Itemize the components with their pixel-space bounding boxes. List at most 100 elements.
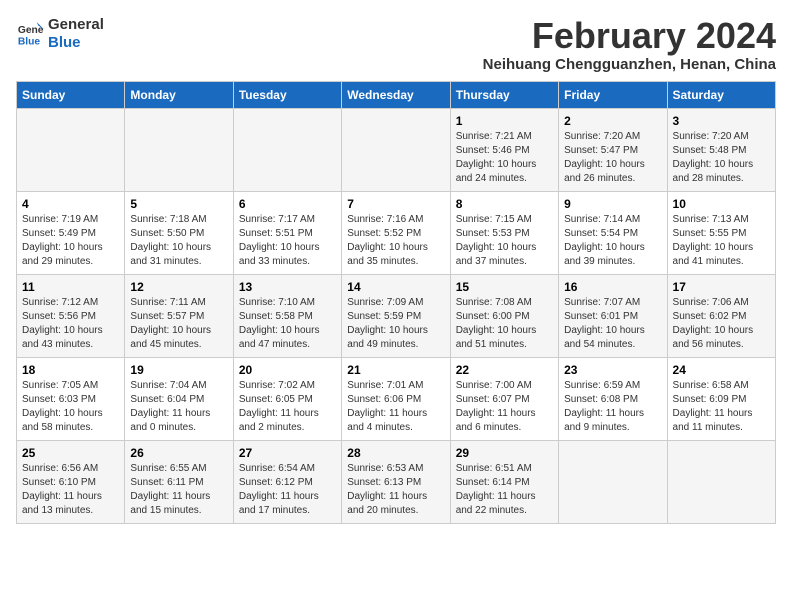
day-number: 5 (130, 197, 227, 211)
day-info: Sunrise: 7:12 AM Sunset: 5:56 PM Dayligh… (22, 296, 119, 352)
day-info: Sunrise: 6:55 AM Sunset: 6:11 PM Dayligh… (130, 462, 227, 518)
title-area: February 2024 Neihuang Chengguanzhen, He… (483, 16, 776, 73)
calendar-cell (667, 440, 775, 523)
day-info: Sunrise: 7:01 AM Sunset: 6:06 PM Dayligh… (347, 379, 444, 435)
calendar-cell: 7Sunrise: 7:16 AM Sunset: 5:52 PM Daylig… (342, 191, 450, 274)
day-number: 10 (673, 197, 770, 211)
day-number: 17 (673, 280, 770, 294)
day-info: Sunrise: 7:13 AM Sunset: 5:55 PM Dayligh… (673, 213, 770, 269)
day-info: Sunrise: 7:17 AM Sunset: 5:51 PM Dayligh… (239, 213, 336, 269)
day-number: 21 (347, 363, 444, 377)
col-header-sunday: Sunday (17, 81, 125, 108)
day-number: 6 (239, 197, 336, 211)
day-info: Sunrise: 7:16 AM Sunset: 5:52 PM Dayligh… (347, 213, 444, 269)
logo-blue: Blue (48, 34, 104, 52)
day-info: Sunrise: 6:59 AM Sunset: 6:08 PM Dayligh… (564, 379, 661, 435)
calendar-cell: 4Sunrise: 7:19 AM Sunset: 5:49 PM Daylig… (17, 191, 125, 274)
subtitle: Neihuang Chengguanzhen, Henan, China (483, 56, 776, 73)
logo-general: General (48, 16, 104, 34)
day-number: 3 (673, 114, 770, 128)
calendar-cell (559, 440, 667, 523)
week-row-3: 11 Sunrise: 7:12 AM Sunset: 5:56 PM Dayli… (17, 274, 776, 357)
day-number: 20 (239, 363, 336, 377)
day-number: 26 (130, 446, 227, 460)
day-number: 22 (456, 363, 553, 377)
day-number: 16 (564, 280, 661, 294)
day-info: Sunrise: 7:21 AM Sunset: 5:46 PM Dayligh… (456, 130, 553, 186)
calendar-cell: 22 Sunrise: 7:00 AM Sunset: 6:07 PM Dayli… (450, 357, 558, 440)
calendar-cell: 3 Sunrise: 7:20 AM Sunset: 5:48 PM Daylig… (667, 108, 775, 191)
calendar-cell: 6 Sunrise: 7:17 AM Sunset: 5:51 PM Daylig… (233, 191, 341, 274)
day-info: Sunrise: 6:58 AM Sunset: 6:09 PM Dayligh… (673, 379, 770, 435)
day-number: 25 (22, 446, 119, 460)
calendar-cell: 8 Sunrise: 7:15 AM Sunset: 5:53 PM Daylig… (450, 191, 558, 274)
col-header-monday: Monday (125, 81, 233, 108)
calendar-table: SundayMondayTuesdayWednesdayThursdayFrid… (16, 81, 776, 524)
day-info: Sunrise: 7:18 AM Sunset: 5:50 PM Dayligh… (130, 213, 227, 269)
day-info: Sunrise: 7:20 AM Sunset: 5:47 PM Dayligh… (564, 130, 661, 186)
day-info: Sunrise: 7:11 AM Sunset: 5:57 PM Dayligh… (130, 296, 227, 352)
calendar-cell: 2 Sunrise: 7:20 AM Sunset: 5:47 PM Daylig… (559, 108, 667, 191)
day-info: Sunrise: 7:08 AM Sunset: 6:00 PM Dayligh… (456, 296, 553, 352)
calendar-cell: 19Sunrise: 7:04 AM Sunset: 6:04 PM Dayli… (125, 357, 233, 440)
day-number: 23 (564, 363, 661, 377)
day-number: 14 (347, 280, 444, 294)
calendar-cell: 5 Sunrise: 7:18 AM Sunset: 5:50 PM Daylig… (125, 191, 233, 274)
week-row-5: 25 Sunrise: 6:56 AM Sunset: 6:10 PM Dayli… (17, 440, 776, 523)
day-info: Sunrise: 6:54 AM Sunset: 6:12 PM Dayligh… (239, 462, 336, 518)
day-info: Sunrise: 7:09 AM Sunset: 5:59 PM Dayligh… (347, 296, 444, 352)
calendar-cell: 27 Sunrise: 6:54 AM Sunset: 6:12 PM Dayli… (233, 440, 341, 523)
calendar-cell: 17 Sunrise: 7:06 AM Sunset: 6:02 PM Dayli… (667, 274, 775, 357)
calendar-cell: 10 Sunrise: 7:13 AM Sunset: 5:55 PM Dayli… (667, 191, 775, 274)
day-info: Sunrise: 7:20 AM Sunset: 5:48 PM Dayligh… (673, 130, 770, 186)
day-info: Sunrise: 7:06 AM Sunset: 6:02 PM Dayligh… (673, 296, 770, 352)
main-title: February 2024 (483, 16, 776, 56)
day-number: 2 (564, 114, 661, 128)
day-info: Sunrise: 7:07 AM Sunset: 6:01 PM Dayligh… (564, 296, 661, 352)
day-number: 27 (239, 446, 336, 460)
calendar-cell: 20Sunrise: 7:02 AM Sunset: 6:05 PM Dayli… (233, 357, 341, 440)
week-row-4: 18Sunrise: 7:05 AM Sunset: 6:03 PM Dayli… (17, 357, 776, 440)
col-header-wednesday: Wednesday (342, 81, 450, 108)
calendar-cell (125, 108, 233, 191)
day-number: 1 (456, 114, 553, 128)
calendar-cell: 28 Sunrise: 6:53 AM Sunset: 6:13 PM Dayli… (342, 440, 450, 523)
day-info: Sunrise: 7:00 AM Sunset: 6:07 PM Dayligh… (456, 379, 553, 435)
calendar-cell: 18Sunrise: 7:05 AM Sunset: 6:03 PM Dayli… (17, 357, 125, 440)
calendar-cell: 24 Sunrise: 6:58 AM Sunset: 6:09 PM Dayli… (667, 357, 775, 440)
day-info: Sunrise: 7:10 AM Sunset: 5:58 PM Dayligh… (239, 296, 336, 352)
calendar-cell: 13Sunrise: 7:10 AM Sunset: 5:58 PM Dayli… (233, 274, 341, 357)
calendar-cell: 26 Sunrise: 6:55 AM Sunset: 6:11 PM Dayli… (125, 440, 233, 523)
day-number: 11 (22, 280, 119, 294)
day-info: Sunrise: 6:53 AM Sunset: 6:13 PM Dayligh… (347, 462, 444, 518)
day-number: 8 (456, 197, 553, 211)
svg-text:Blue: Blue (18, 36, 41, 47)
header-row: SundayMondayTuesdayWednesdayThursdayFrid… (17, 81, 776, 108)
calendar-cell: 14 Sunrise: 7:09 AM Sunset: 5:59 PM Dayli… (342, 274, 450, 357)
day-info: Sunrise: 7:15 AM Sunset: 5:53 PM Dayligh… (456, 213, 553, 269)
week-row-2: 4Sunrise: 7:19 AM Sunset: 5:49 PM Daylig… (17, 191, 776, 274)
calendar-cell: 11 Sunrise: 7:12 AM Sunset: 5:56 PM Dayli… (17, 274, 125, 357)
calendar-cell: 23 Sunrise: 6:59 AM Sunset: 6:08 PM Dayli… (559, 357, 667, 440)
calendar-cell: 16 Sunrise: 7:07 AM Sunset: 6:01 PM Dayli… (559, 274, 667, 357)
day-number: 15 (456, 280, 553, 294)
day-info: Sunrise: 7:14 AM Sunset: 5:54 PM Dayligh… (564, 213, 661, 269)
logo-icon: General Blue (16, 20, 44, 48)
calendar-cell: 25 Sunrise: 6:56 AM Sunset: 6:10 PM Dayli… (17, 440, 125, 523)
header: General Blue General Blue February 2024 … (16, 16, 776, 73)
calendar-cell (342, 108, 450, 191)
day-number: 29 (456, 446, 553, 460)
week-row-1: 1 Sunrise: 7:21 AM Sunset: 5:46 PM Daylig… (17, 108, 776, 191)
col-header-thursday: Thursday (450, 81, 558, 108)
calendar-cell: 29 Sunrise: 6:51 AM Sunset: 6:14 PM Dayli… (450, 440, 558, 523)
day-info: Sunrise: 6:56 AM Sunset: 6:10 PM Dayligh… (22, 462, 119, 518)
calendar-cell: 21 Sunrise: 7:01 AM Sunset: 6:06 PM Dayli… (342, 357, 450, 440)
day-number: 12 (130, 280, 227, 294)
logo: General Blue General Blue (16, 16, 104, 52)
day-info: Sunrise: 7:05 AM Sunset: 6:03 PM Dayligh… (22, 379, 119, 435)
day-info: Sunrise: 6:51 AM Sunset: 6:14 PM Dayligh… (456, 462, 553, 518)
col-header-tuesday: Tuesday (233, 81, 341, 108)
calendar-cell: 9Sunrise: 7:14 AM Sunset: 5:54 PM Daylig… (559, 191, 667, 274)
day-number: 24 (673, 363, 770, 377)
day-number: 28 (347, 446, 444, 460)
